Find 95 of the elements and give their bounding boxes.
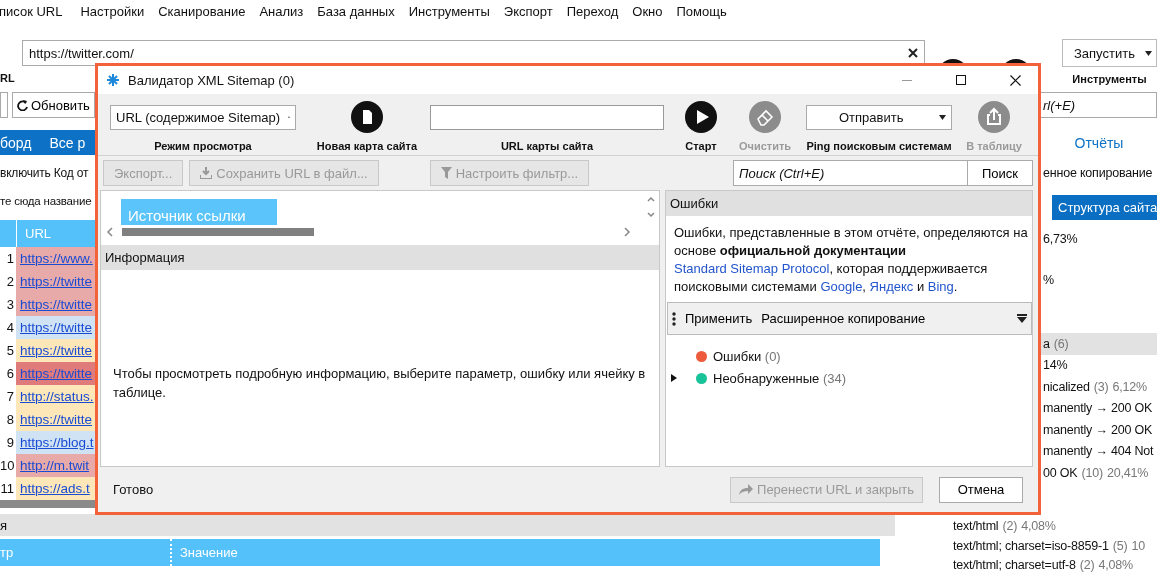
refresh-button[interactable]: Обновить	[12, 92, 95, 118]
status-text: Готово	[113, 482, 155, 497]
menu-item[interactable]: Сканирование	[158, 3, 256, 19]
toolbar-label: URL карты сайта	[500, 140, 594, 152]
menu-item[interactable]: писок URL	[0, 3, 73, 19]
column-header: тр	[0, 539, 172, 566]
url-link[interactable]: https://twitte	[16, 408, 95, 431]
download-icon	[200, 167, 213, 179]
url-link[interactable]: https://www.	[16, 247, 95, 270]
column-header: Значение	[179, 545, 238, 560]
forward-arrow-icon	[739, 484, 754, 495]
tree-item[interactable]: text/html (2) 4,08%	[903, 516, 1157, 536]
panel-header: Информация	[101, 245, 659, 270]
url-link[interactable]: https://ads.t	[16, 477, 95, 500]
column-header: URL	[24, 226, 51, 241]
app-icon	[106, 73, 120, 87]
site-structure-tab[interactable]: Структура сайта	[1052, 195, 1157, 220]
scrollbar-thumb[interactable]	[122, 228, 314, 236]
copy-menu[interactable]: енное копирование	[1043, 160, 1157, 185]
expand-icon[interactable]	[670, 374, 678, 382]
menu-item[interactable]: Настройки	[80, 3, 155, 19]
panel-title: я	[0, 514, 895, 536]
row-number: 9	[5, 435, 15, 450]
field-stub[interactable]	[0, 92, 8, 118]
row-number: 4	[5, 320, 15, 335]
tree-item[interactable]: text/html; charset=utf-8 (2) 4,08%	[903, 555, 1157, 575]
url-link[interactable]: https://twitte	[16, 316, 95, 339]
search-field[interactable]: Поиск (Ctrl+E)	[733, 160, 968, 186]
sitemap-url-field[interactable]	[430, 105, 664, 130]
drop-hint: те сюда название	[0, 194, 92, 209]
link[interactable]: Bing	[927, 279, 954, 294]
info-text: Чтобы просмотреть подробную информацию, выберите параметр, ошибку или ячейку в таблице.	[113, 365, 647, 402]
row-number: 10	[0, 458, 16, 473]
menu-item[interactable]: Окно	[632, 3, 673, 19]
url-link[interactable]: https://twitte	[16, 293, 95, 316]
menu-item[interactable]: Переход	[566, 3, 629, 19]
search-field[interactable]: rl(+E)	[1040, 92, 1157, 118]
url-link[interactable]: https://twitte	[16, 339, 95, 362]
url-link[interactable]: https://blog.t	[16, 431, 95, 454]
menu-item[interactable]: Инструменты	[408, 3, 500, 19]
start-button[interactable]	[685, 101, 717, 133]
tree-item[interactable]: text/html; charset=iso-8859-1 (5) 10	[903, 536, 1157, 556]
search-button[interactable]: Поиск	[968, 160, 1033, 186]
toolbar-label: Инструменты	[1072, 72, 1147, 85]
close-icon	[1009, 74, 1021, 86]
copy-button[interactable]: Расширенное копирование	[761, 311, 926, 326]
url-link[interactable]: https://twitte	[16, 270, 95, 293]
apply-button[interactable]: Применить	[685, 311, 753, 326]
scroll-arrows-icon[interactable]	[647, 196, 655, 218]
more-icon[interactable]	[672, 311, 676, 326]
menu-item[interactable]: Помощь	[676, 3, 737, 19]
filter-icon	[440, 167, 452, 179]
description-text: Ошибки, представленные в этом отчёте, определяются на основе официальной документации Standard Sitemap Protocol, которая поддерживается поисковыми системами Google, Яндекс и Bing.	[674, 224, 1028, 296]
toolbar-label: Новая карта сайта	[316, 140, 418, 152]
window-title: Валидатор XML Sitemap (0)	[128, 72, 296, 88]
view-mode-dropdown[interactable]: URL (содержимое Sitemap)	[110, 105, 296, 130]
panel-header: Ошибки	[666, 191, 1032, 216]
refresh-icon	[17, 99, 28, 111]
tab[interactable]: Все р	[49, 134, 86, 151]
row-number: 2	[5, 274, 15, 289]
url-link[interactable]: http://status.	[16, 385, 95, 408]
url-label: RL	[0, 71, 15, 84]
row-number: 6	[5, 366, 15, 381]
row-number: 8	[5, 412, 15, 427]
menu-item[interactable]: База данных	[317, 3, 405, 19]
toolbar-label: Ping поисковым системам	[806, 140, 952, 152]
toolbar-label: Режим просмотра	[154, 140, 252, 152]
new-sitemap-button[interactable]	[351, 101, 383, 133]
maximize-icon	[956, 75, 966, 85]
row-number: 3	[5, 297, 15, 312]
tab[interactable]: борд	[0, 134, 32, 151]
filter-label: включить Код от	[0, 164, 89, 182]
link[interactable]: Яндекс	[869, 279, 914, 294]
tree-item[interactable]: Ошибки (0)	[670, 345, 1032, 367]
toolbar-label: Очистить	[738, 140, 792, 152]
tree-item[interactable]: Необнаруженные (34)	[670, 367, 1032, 389]
url-link[interactable]: http://m.twit	[16, 454, 95, 477]
row-number: 1	[5, 251, 15, 266]
scrollbar-thumb[interactable]	[0, 500, 95, 508]
row-number: 11	[0, 481, 15, 496]
dropdown-icon[interactable]	[1017, 314, 1027, 323]
address-field[interactable]: https://twitter.com/	[22, 40, 925, 66]
ping-dropdown[interactable]: Отправить	[806, 105, 952, 130]
scroll-left-icon[interactable]	[106, 227, 114, 237]
reports-tab[interactable]: Отчёты	[1041, 130, 1157, 155]
toolbar-label: Старт	[685, 140, 717, 152]
start-dropdown[interactable]: Запустить	[1062, 39, 1157, 67]
row-number: 5	[5, 343, 15, 358]
cancel-button[interactable]: Отмена	[939, 476, 1023, 503]
menu-item[interactable]: Экспорт	[503, 3, 563, 19]
toolbar-label: В таблицу	[966, 140, 1022, 152]
menu-item[interactable]: Анализ	[259, 3, 314, 19]
row-number: 7	[5, 389, 15, 404]
scroll-right-icon[interactable]	[623, 227, 631, 237]
clear-icon[interactable]	[908, 48, 918, 58]
